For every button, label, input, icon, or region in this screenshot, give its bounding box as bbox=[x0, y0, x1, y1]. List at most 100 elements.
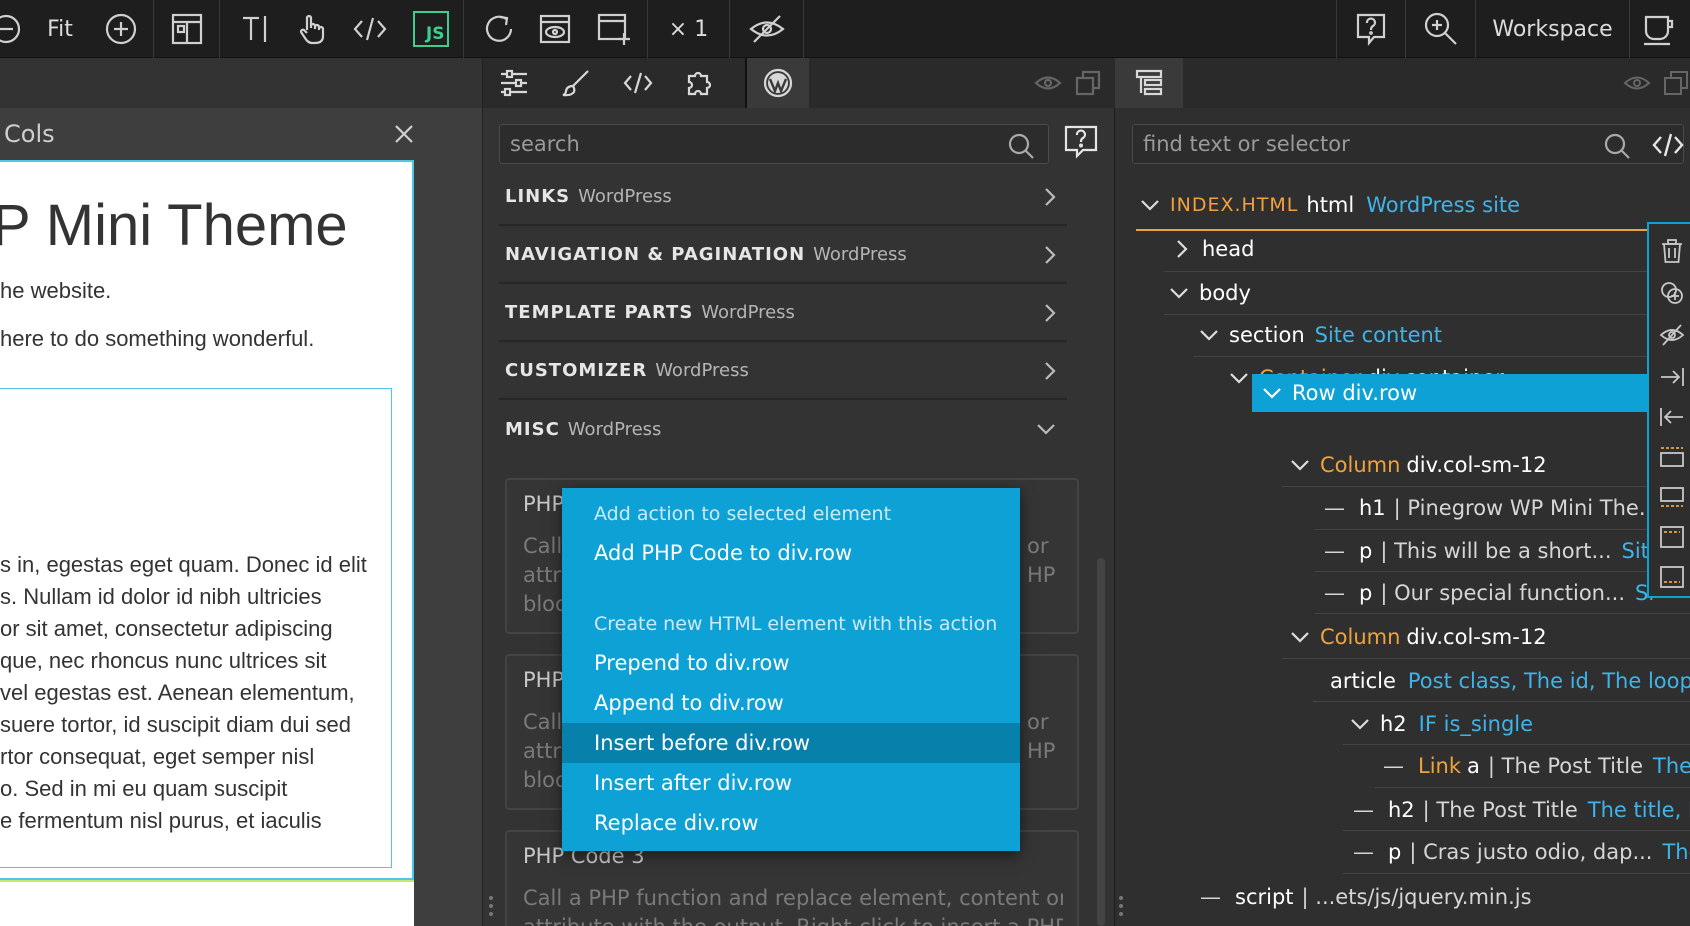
post-body-text[interactable]: s in, egestas eget quam. Donec id elit s… bbox=[0, 549, 392, 837]
insert-after-icon[interactable] bbox=[1659, 484, 1685, 510]
tab-wordpress[interactable] bbox=[745, 58, 809, 108]
tree-node-h2-if[interactable]: h2 IF is_single bbox=[1350, 704, 1533, 744]
tree-node-h1[interactable]: — h1 | Pinegrow WP Mini The... bbox=[1324, 488, 1659, 528]
close-icon[interactable] bbox=[392, 122, 416, 146]
tree-node-head[interactable]: head bbox=[1172, 229, 1254, 269]
library-tabs bbox=[483, 58, 1116, 108]
node-name: Column bbox=[1320, 625, 1401, 649]
append-icon[interactable] bbox=[1659, 564, 1685, 590]
tree-node-body[interactable]: body bbox=[1169, 273, 1251, 313]
cup-icon[interactable] bbox=[1630, 0, 1690, 58]
code-view-icon[interactable] bbox=[1651, 130, 1685, 164]
library-scrollbar[interactable] bbox=[1097, 558, 1105, 926]
resize-handle[interactable] bbox=[489, 896, 493, 922]
tree-node-column-2[interactable]: Column div.col-sm-12 bbox=[1290, 617, 1547, 657]
menu-item-add-php-code[interactable]: Add PHP Code to div.row bbox=[562, 533, 1020, 573]
workspace-menu[interactable]: Workspace bbox=[1476, 0, 1630, 58]
node-tag: div.col-sm-12 bbox=[1406, 453, 1547, 477]
layout-icon[interactable] bbox=[154, 0, 220, 58]
trash-icon[interactable] bbox=[1659, 238, 1685, 264]
tree-node-section[interactable]: section Site content bbox=[1199, 315, 1442, 355]
search-icon[interactable] bbox=[1007, 132, 1035, 164]
outdent-icon[interactable] bbox=[1659, 404, 1685, 430]
page-heading[interactable]: P Mini Theme bbox=[0, 192, 348, 259]
text-edit-icon[interactable] bbox=[226, 0, 288, 58]
search-icon[interactable] bbox=[1603, 132, 1631, 164]
selected-row-outline[interactable]: s in, egestas eget quam. Donec id elit s… bbox=[0, 388, 392, 868]
node-tag: p bbox=[1359, 581, 1373, 605]
hide-icon[interactable] bbox=[730, 0, 804, 58]
node-tag: article bbox=[1330, 669, 1396, 693]
section-navigation[interactable]: NAVIGATION & PAGINATION WordPress bbox=[499, 226, 1067, 284]
code-icon[interactable] bbox=[346, 0, 394, 58]
section-template-parts[interactable]: TEMPLATE PARTS WordPress bbox=[499, 284, 1067, 342]
hide-element-icon[interactable] bbox=[1659, 322, 1685, 348]
tree-node-h2-title[interactable]: — h2 | The Post Title The title, Els bbox=[1353, 790, 1690, 830]
page-paragraph-1[interactable]: he website. bbox=[0, 278, 111, 304]
tree-node-p1[interactable]: — p | This will be a short... Site bbox=[1324, 531, 1662, 571]
refresh-icon[interactable] bbox=[468, 0, 530, 58]
section-customizer[interactable]: CUSTOMIZER WordPress bbox=[499, 342, 1067, 400]
zoom-out-icon[interactable] bbox=[0, 0, 26, 58]
menu-item-prepend[interactable]: Prepend to div.row bbox=[562, 643, 1020, 683]
page-paragraph-2[interactable]: here to do something wonderful. bbox=[0, 326, 314, 352]
resize-handle[interactable] bbox=[1119, 896, 1123, 922]
search-placeholder: search bbox=[510, 132, 580, 156]
tree-node-script[interactable]: — script | ...ets/js/jquery.min.js bbox=[1200, 877, 1532, 917]
help-icon[interactable] bbox=[1336, 0, 1406, 58]
canvas-area: Cols P Mini Theme he website. here to do… bbox=[0, 108, 482, 926]
indent-icon[interactable] bbox=[1659, 364, 1685, 390]
search-placeholder: find text or selector bbox=[1143, 132, 1350, 156]
tree-node-p2[interactable]: — p | Our special function... Site bbox=[1324, 573, 1654, 613]
chevron-down-icon bbox=[1141, 200, 1159, 211]
tree-search-input[interactable]: find text or selector bbox=[1132, 124, 1684, 164]
preview-icon[interactable] bbox=[530, 0, 580, 58]
chevron-right-icon bbox=[1045, 188, 1056, 206]
tree-node-row[interactable]: Row div.row bbox=[1262, 373, 1417, 413]
zoom-in-icon[interactable] bbox=[88, 0, 154, 58]
menu-item-insert-before[interactable]: Insert before div.row bbox=[562, 723, 1020, 763]
interactive-hand-icon[interactable] bbox=[284, 0, 340, 58]
tab-properties[interactable] bbox=[483, 58, 545, 108]
tree-node-article[interactable]: article Post class, The id, The loop bbox=[1320, 661, 1690, 701]
search-zoom-icon[interactable] bbox=[1406, 0, 1476, 58]
section-name: LINKS bbox=[505, 185, 571, 207]
node-label: Post class, The id, The loop bbox=[1407, 669, 1690, 693]
section-misc[interactable]: MISC WordPress bbox=[499, 400, 1067, 458]
node-tag: p bbox=[1388, 840, 1402, 864]
tree-node-root[interactable]: INDEX.HTML html WordPress site bbox=[1140, 185, 1520, 225]
zoom-level-display[interactable]: × 1 bbox=[648, 0, 730, 58]
help-icon[interactable] bbox=[1063, 124, 1099, 164]
duplicate-icon[interactable] bbox=[1659, 280, 1685, 306]
root-tag: html bbox=[1306, 193, 1355, 217]
js-toggle-button[interactable]: JS bbox=[398, 0, 464, 58]
eye-icon[interactable] bbox=[1623, 74, 1651, 96]
library-search-input[interactable]: search bbox=[499, 124, 1049, 164]
tab-style[interactable] bbox=[545, 58, 607, 108]
page-preview[interactable]: P Mini Theme he website. here to do some… bbox=[0, 160, 414, 880]
tab-components[interactable] bbox=[669, 58, 731, 108]
tree-node-column-1[interactable]: Column div.col-sm-12 bbox=[1290, 445, 1547, 485]
tab-code[interactable] bbox=[607, 58, 669, 108]
detach-panel-icon[interactable] bbox=[1063, 58, 1113, 108]
section-links[interactable]: LINKS WordPress bbox=[499, 168, 1067, 226]
tree-node-link[interactable]: — Link a | The Post Title The t bbox=[1383, 746, 1690, 786]
menu-item-replace[interactable]: Replace div.row bbox=[562, 803, 1020, 843]
chevron-right-icon bbox=[1177, 240, 1188, 258]
node-text: | The Post Title bbox=[1422, 798, 1578, 822]
tab-tree[interactable] bbox=[1115, 58, 1183, 108]
node-label: The title, Els bbox=[1587, 798, 1690, 822]
top-toolbar: Fit JS × 1 Workspace bbox=[0, 0, 1690, 58]
puzzle-icon bbox=[687, 71, 712, 96]
menu-item-append[interactable]: Append to div.row bbox=[562, 683, 1020, 723]
tree-node-p3[interactable]: — p | Cras justo odio, dap... The bbox=[1353, 832, 1690, 872]
prepend-icon[interactable] bbox=[1659, 524, 1685, 550]
root-label: WordPress site bbox=[1366, 193, 1521, 217]
menu-item-insert-after[interactable]: Insert after div.row bbox=[562, 763, 1020, 803]
fit-button[interactable]: Fit bbox=[40, 0, 80, 58]
root-file: INDEX.HTML bbox=[1170, 194, 1299, 216]
insert-before-icon[interactable] bbox=[1659, 444, 1685, 470]
detach-panel-icon[interactable] bbox=[1663, 70, 1689, 100]
row-divider bbox=[1343, 830, 1690, 831]
new-page-icon[interactable] bbox=[580, 0, 648, 58]
